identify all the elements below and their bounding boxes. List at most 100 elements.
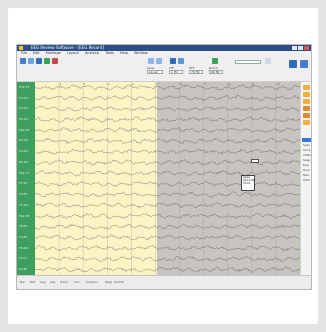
eeg-trace xyxy=(35,234,300,241)
event-marker[interactable] xyxy=(251,159,259,163)
hff-field[interactable]: 70 Hz xyxy=(189,70,203,74)
toolbar: Sens 10 µV LFF 1 Hz HFF 70 Hz Notch 60 H… xyxy=(17,56,311,82)
montage-tab-custom[interactable]: Custom xyxy=(86,280,98,284)
eeg-trace xyxy=(35,202,300,209)
maximize-icon[interactable] xyxy=(298,46,303,50)
notch-field[interactable]: 60 Hz xyxy=(209,70,223,74)
eeg-trace xyxy=(35,116,300,123)
lff-field[interactable]: 1 Hz xyxy=(169,70,183,74)
montage-tab-ref[interactable]: Ref xyxy=(30,280,35,284)
close-icon[interactable] xyxy=(304,46,309,50)
time-mark: 5 xyxy=(156,82,158,86)
eeg-trace xyxy=(35,105,300,112)
eeg-trace xyxy=(35,191,300,198)
event-list-item[interactable]: Spike xyxy=(303,144,310,147)
channel-label: F7-T3 xyxy=(19,181,28,186)
event-panel: Spike Sharp Artifact Sleep Eyes Move Note Other xyxy=(300,82,311,275)
eeg-trace xyxy=(35,148,300,155)
channel-label: T4-T6 xyxy=(19,234,28,239)
channel-label: T5-O1 xyxy=(19,202,29,207)
event-list-item[interactable]: Sharp xyxy=(303,149,310,152)
channel-label: Fp2-F8 xyxy=(19,213,30,218)
eeg-trace xyxy=(35,245,300,252)
eeg-trace xyxy=(35,180,300,187)
montage-icon[interactable] xyxy=(170,58,176,64)
channel-label: T6-O2 xyxy=(19,245,29,250)
eeg-trace xyxy=(35,266,300,273)
eeg-traces: 1 2 3 4 5 6 7 8 9 10 xyxy=(35,82,300,275)
zoom-in-icon[interactable] xyxy=(148,58,154,64)
time-mark: 4 xyxy=(132,82,134,86)
eeg-trace xyxy=(35,159,300,166)
time-mark: 3 xyxy=(108,82,110,86)
channel-label: P3-O1 xyxy=(19,117,29,122)
event-list-item[interactable]: Move xyxy=(303,169,310,172)
filter-icon[interactable] xyxy=(178,58,184,64)
event-artifact-button[interactable] xyxy=(303,99,310,104)
eeg-trace xyxy=(35,126,300,134)
channel-label: Fp1-F7 xyxy=(19,170,30,175)
event-list-item[interactable]: Eyes xyxy=(303,164,309,167)
eeg-trace xyxy=(35,84,300,91)
open-icon[interactable] xyxy=(20,58,26,64)
montage-tab-lap[interactable]: Lap xyxy=(50,280,55,284)
eeg-trace xyxy=(35,137,300,144)
save-icon[interactable] xyxy=(28,58,34,64)
sens-field[interactable]: 10 µV xyxy=(147,70,163,74)
event-list-selection[interactable] xyxy=(302,138,311,142)
zoom-out-icon[interactable] xyxy=(156,58,162,64)
eeg-trace xyxy=(35,170,300,177)
eeg-trace xyxy=(35,94,300,101)
event-sharp-button[interactable] xyxy=(303,92,310,97)
eeg-trace xyxy=(35,223,300,230)
event-seizure-button[interactable] xyxy=(303,106,310,111)
montage-tab-avg[interactable]: Avg xyxy=(40,280,46,284)
print-icon[interactable] xyxy=(36,58,42,64)
event-list-item[interactable]: Note xyxy=(303,174,309,177)
settings-icon[interactable] xyxy=(265,58,271,64)
status-bar: Bip Ref Avg Lap Trans Circ Custom Page 1… xyxy=(17,275,311,289)
channel-label: P4-O2 xyxy=(19,159,29,164)
tooltip-line: F4-C4 xyxy=(243,182,251,185)
minimize-icon[interactable] xyxy=(292,46,297,50)
page-indicator: Page 12/340 xyxy=(105,280,124,284)
event-note-button[interactable] xyxy=(303,113,310,118)
time-mark: 8 xyxy=(228,82,230,86)
time-mark: 6 xyxy=(180,82,182,86)
time-mark: 10 xyxy=(276,82,280,86)
event-tooltip: Spike 00:12:45 F4-C4 xyxy=(241,175,255,191)
channel-label: Fp1-F3 xyxy=(19,84,30,89)
montage-tab-trans[interactable]: Trans xyxy=(60,280,68,284)
channel-label: C4-P4 xyxy=(19,149,28,154)
channel-label: Cz-Pz xyxy=(19,267,28,272)
report-icon[interactable] xyxy=(300,60,308,68)
timebase-slider[interactable] xyxy=(235,60,261,64)
app-icon xyxy=(19,46,23,50)
analysis-icon[interactable] xyxy=(289,60,297,68)
event-list-item[interactable]: Other xyxy=(303,179,310,182)
event-list-item[interactable]: Sleep xyxy=(303,159,310,162)
montage-tab-bip[interactable]: Bip xyxy=(20,280,25,284)
channel-label: C3-P3 xyxy=(19,106,28,111)
time-mark: 1 xyxy=(60,82,62,86)
stop-icon[interactable] xyxy=(52,58,58,64)
eeg-trace xyxy=(35,256,300,262)
video-icon[interactable] xyxy=(212,58,218,64)
event-mark-button[interactable] xyxy=(303,120,310,125)
channel-label: Fp2-F4 xyxy=(19,127,30,132)
time-mark: 7 xyxy=(204,82,206,86)
app-window: EEG Review Software - [EEG Record] File … xyxy=(16,44,312,290)
channel-label: Fz-Cz xyxy=(19,256,28,261)
channel-label-column: Fp1-F3 F3-C3 C3-P3 P3-O1 Fp2-F4 F4-C4 C4-P4 P4-… xyxy=(17,82,35,275)
channel-label: F8-T4 xyxy=(19,224,28,229)
play-icon[interactable] xyxy=(44,58,50,64)
channel-label: T3-T5 xyxy=(19,192,28,197)
montage-tab-circ[interactable]: Circ xyxy=(74,280,80,284)
channel-label: F3-C3 xyxy=(19,95,28,100)
event-spike-button[interactable] xyxy=(303,85,310,90)
window-controls xyxy=(292,46,309,50)
channel-label: F4-C4 xyxy=(19,138,28,143)
time-mark: 2 xyxy=(84,82,86,86)
event-list-item[interactable]: Artifact xyxy=(303,154,311,157)
eeg-trace xyxy=(35,213,300,220)
